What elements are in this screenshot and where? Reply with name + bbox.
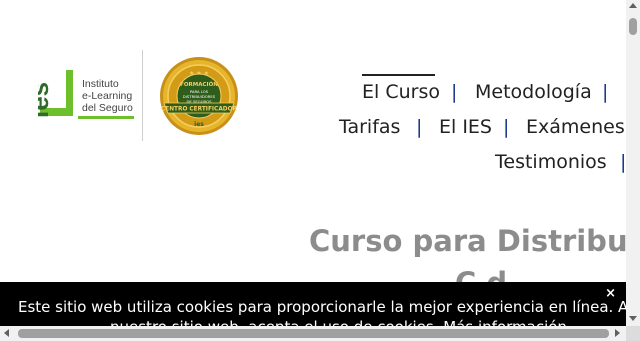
vertical-scrollbar[interactable] [626,0,640,326]
scroll-left-arrow-icon[interactable] [4,329,9,337]
nav-separator: | [451,81,458,103]
scroll-right-arrow-icon[interactable] [615,329,620,337]
more-info-link[interactable]: Más información [443,318,567,326]
cookie-banner: × Este sitio web utiliza cookies para pr… [0,282,626,326]
cookie-line-2-text: nuestro sitio web, acepta el uso de cook… [110,318,439,326]
cookie-line-2: nuestro sitio web, acepta el uso de cook… [18,317,618,326]
page-title: Curso para Distribuid [309,224,626,258]
horizontal-scroll-thumb[interactable] [18,329,609,338]
nav-separator: | [503,116,510,138]
nav-item-examenes[interactable]: Exámenes d [526,116,626,138]
cookie-line-1: Este sitio web utiliza cookies para prop… [18,298,626,316]
nav-item-tarifas[interactable]: Tarifas [339,116,400,138]
nav-active-indicator [362,74,435,76]
nav-item-el-ies[interactable]: El IES [439,116,492,138]
cookie-message: Este sitio web utiliza cookies para prop… [18,297,626,326]
main-navigation: El Curso | Metodología | Tarifas | El IE… [0,0,626,190]
vertical-scroll-thumb[interactable] [629,18,637,35]
page-viewport: ies Instituto e-Learning del Seguro FORM… [0,0,626,326]
nav-separator: | [602,81,609,103]
scroll-down-arrow-icon[interactable] [629,316,637,321]
nav-item-metodologia[interactable]: Metodología [475,81,592,103]
nav-separator: | [416,116,423,138]
scroll-up-arrow-icon[interactable] [629,3,637,8]
nav-item-testimonios[interactable]: Testimonios [495,151,607,173]
scrollbar-corner [626,326,640,341]
nav-item-el-curso[interactable]: El Curso [362,81,440,103]
